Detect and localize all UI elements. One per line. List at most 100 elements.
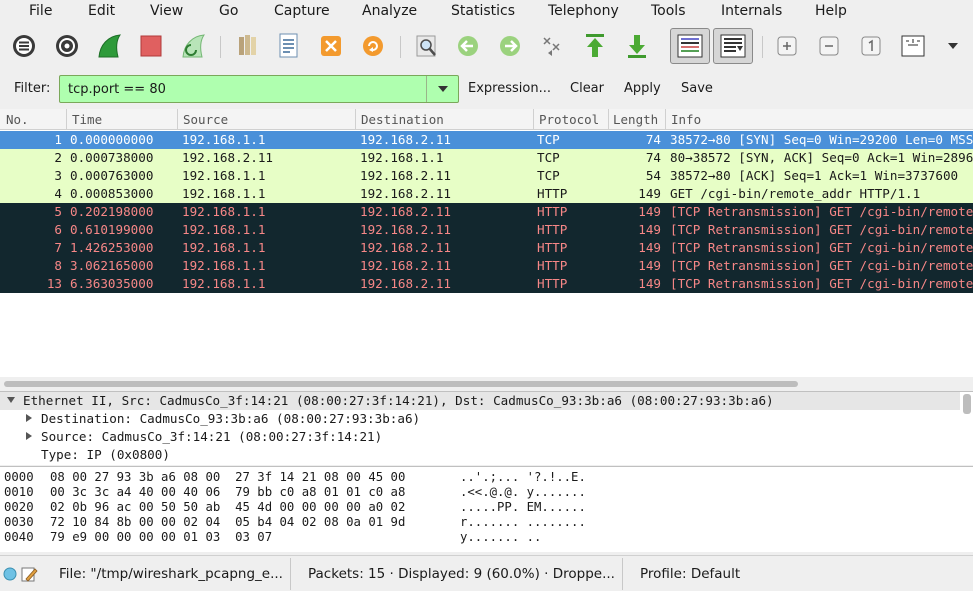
column-header-protocol[interactable]: Protocol	[539, 112, 599, 127]
status-packets: Packets: 15 · Displayed: 9 (60.0%) · Dro…	[308, 566, 615, 582]
menu-view[interactable]: View	[150, 3, 183, 19]
filter-dropdown-button[interactable]	[426, 76, 458, 102]
close-file-icon[interactable]	[318, 32, 344, 60]
go-to-packet-icon[interactable]	[539, 32, 565, 60]
packet-row[interactable]: 7 1.426253000 192.168.1.1 192.168.2.11 HTTP 1…	[0, 239, 973, 257]
packet-destination: 192.168.2.11	[360, 222, 451, 237]
detail-tree-item[interactable]: Type: IP (0x0800)	[0, 446, 960, 464]
packet-source: 192.168.1.1	[182, 132, 266, 147]
edit-comment-icon[interactable]	[20, 565, 38, 583]
collapsed-arrow-icon[interactable]	[24, 431, 34, 441]
zoom-in-icon[interactable]	[774, 32, 800, 60]
collapsed-arrow-icon[interactable]	[24, 413, 34, 423]
detail-tree-item[interactable]: Source: CadmusCo_3f:14:21 (08:00:27:3f:1…	[0, 428, 960, 446]
packet-list[interactable]: No. Time Source Destination Protocol Len…	[0, 109, 973, 377]
bytes-offset[interactable]: 0020	[4, 500, 34, 514]
colorize-icon[interactable]	[670, 28, 710, 64]
auto-scroll-icon[interactable]	[713, 28, 753, 64]
packet-destination: 192.168.2.11	[360, 204, 451, 219]
expert-info-icon[interactable]	[3, 567, 17, 581]
bytes-ascii[interactable]: y....... ..	[460, 530, 541, 544]
menu-help[interactable]: Help	[815, 3, 847, 19]
start-capture-icon[interactable]	[96, 32, 122, 60]
column-header-length[interactable]: Length	[613, 112, 658, 127]
normal-size-icon[interactable]	[858, 32, 884, 60]
bytes-offset[interactable]: 0040	[4, 530, 34, 544]
packet-details[interactable]: Ethernet II, Src: CadmusCo_3f:14:21 (08:…	[0, 391, 973, 465]
menu-statistics[interactable]: Statistics	[451, 3, 515, 19]
expression-button[interactable]: Expression...	[468, 81, 551, 96]
stop-capture-icon[interactable]	[138, 32, 164, 60]
bytes-ascii[interactable]: ..'.;... '?.!..E.	[460, 470, 586, 484]
bytes-offset[interactable]: 0010	[4, 485, 34, 499]
packet-row[interactable]: 13 6.363035000 192.168.1.1 192.168.2.11 HTTP…	[0, 275, 973, 293]
first-packet-icon[interactable]	[582, 32, 608, 60]
capture-options-icon[interactable]	[54, 32, 80, 60]
bytes-hex[interactable]: 00 3c 3c a4 40 00 40 06 79 bb c0 a8 01 0…	[50, 485, 405, 499]
menu-tools[interactable]: Tools	[651, 3, 686, 19]
menu-bar: File Edit View Go Capture Analyze Statis…	[0, 0, 973, 24]
reload-file-icon[interactable]	[360, 32, 386, 60]
zoom-out-icon[interactable]	[816, 32, 842, 60]
packet-row[interactable]: 2 0.000738000 192.168.2.11 192.168.1.1 TCP 74…	[0, 149, 973, 167]
packet-time: 0.000853000	[70, 186, 154, 201]
resize-columns-icon[interactable]	[900, 32, 926, 60]
column-header-no[interactable]: No.	[6, 112, 29, 127]
menu-internals[interactable]: Internals	[721, 3, 782, 19]
packet-row[interactable]: 3 0.000763000 192.168.1.1 192.168.2.11 TCP 54…	[0, 167, 973, 185]
detail-tree-item[interactable]: Destination: CadmusCo_93:3b:a6 (08:00:27…	[0, 410, 960, 428]
packet-row[interactable]: 6 0.610199000 192.168.1.1 192.168.2.11 HTTP 1…	[0, 221, 973, 239]
bytes-ascii[interactable]: .....PP. EM......	[460, 500, 586, 514]
display-filter-input[interactable]: tcp.port == 80	[59, 75, 459, 103]
scrollbar-thumb[interactable]	[4, 381, 798, 387]
details-scrollbar[interactable]	[963, 394, 971, 414]
find-packet-icon[interactable]	[414, 32, 440, 60]
packet-info: [TCP Retransmission] GET /cgi-bin/remote…	[670, 240, 973, 255]
bytes-hex[interactable]: 08 00 27 93 3b a6 08 00 27 3f 14 21 08 0…	[50, 470, 405, 484]
detail-tree-item[interactable]: Ethernet II, Src: CadmusCo_3f:14:21 (08:…	[0, 392, 960, 410]
restart-capture-icon[interactable]	[180, 32, 206, 60]
packet-row[interactable]: 8 3.062165000 192.168.1.1 192.168.2.11 HTTP 1…	[0, 257, 973, 275]
bytes-offset[interactable]: 0000	[4, 470, 34, 484]
expanded-arrow-icon[interactable]	[6, 395, 16, 405]
last-packet-icon[interactable]	[624, 32, 650, 60]
bytes-hex[interactable]: 02 0b 96 ac 00 50 50 ab 45 4d 00 00 00 0…	[50, 500, 405, 514]
packet-list-scrollbar[interactable]	[0, 377, 973, 391]
menu-analyze[interactable]: Analyze	[362, 3, 417, 19]
packet-protocol: TCP	[537, 132, 560, 147]
go-forward-icon[interactable]	[497, 32, 523, 60]
bytes-ascii[interactable]: r....... ........	[460, 515, 586, 529]
packet-destination: 192.168.2.11	[360, 258, 451, 273]
packet-row[interactable]: 5 0.202198000 192.168.1.1 192.168.2.11 HTTP 1…	[0, 203, 973, 221]
packet-bytes[interactable]: 0000 08 00 27 93 3b a6 08 00 27 3f 14 21 …	[0, 466, 973, 552]
bytes-offset[interactable]: 0030	[4, 515, 34, 529]
menu-file[interactable]: File	[29, 3, 52, 19]
main-toolbar	[0, 24, 973, 70]
go-back-icon[interactable]	[455, 32, 481, 60]
clear-button[interactable]: Clear	[570, 81, 604, 96]
column-header-time[interactable]: Time	[72, 112, 102, 127]
toolbar-overflow-icon[interactable]	[940, 32, 966, 60]
status-file: File: "/tmp/wireshark_pcapng_e...	[59, 566, 283, 582]
menu-telephony[interactable]: Telephony	[548, 3, 619, 19]
packet-time: 0.202198000	[70, 204, 154, 219]
menu-edit[interactable]: Edit	[88, 3, 115, 19]
menu-capture[interactable]: Capture	[274, 3, 330, 19]
column-header-source[interactable]: Source	[183, 112, 228, 127]
column-header-info[interactable]: Info	[671, 112, 701, 127]
save-file-icon[interactable]	[276, 32, 302, 60]
bytes-hex[interactable]: 72 10 84 8b 00 00 02 04 05 b4 04 02 08 0…	[50, 515, 405, 529]
packet-source: 192.168.1.1	[182, 222, 266, 237]
apply-button[interactable]: Apply	[624, 81, 661, 96]
save-filter-button[interactable]: Save	[681, 81, 713, 96]
open-file-icon[interactable]	[234, 32, 260, 60]
bytes-hex[interactable]: 79 e9 00 00 00 00 01 03 03 07	[50, 530, 272, 544]
interfaces-icon[interactable]	[11, 32, 37, 60]
status-profile[interactable]: Profile: Default	[640, 566, 740, 582]
packet-row[interactable]: 1 0.000000000 192.168.1.1 192.168.2.11 TCP 74…	[0, 131, 973, 149]
menu-go[interactable]: Go	[219, 3, 238, 19]
packet-no: 2	[54, 150, 62, 165]
packet-row[interactable]: 4 0.000853000 192.168.1.1 192.168.2.11 HTTP 1…	[0, 185, 973, 203]
bytes-ascii[interactable]: .<<.@.@. y.......	[460, 485, 586, 499]
column-header-destination[interactable]: Destination	[361, 112, 444, 127]
